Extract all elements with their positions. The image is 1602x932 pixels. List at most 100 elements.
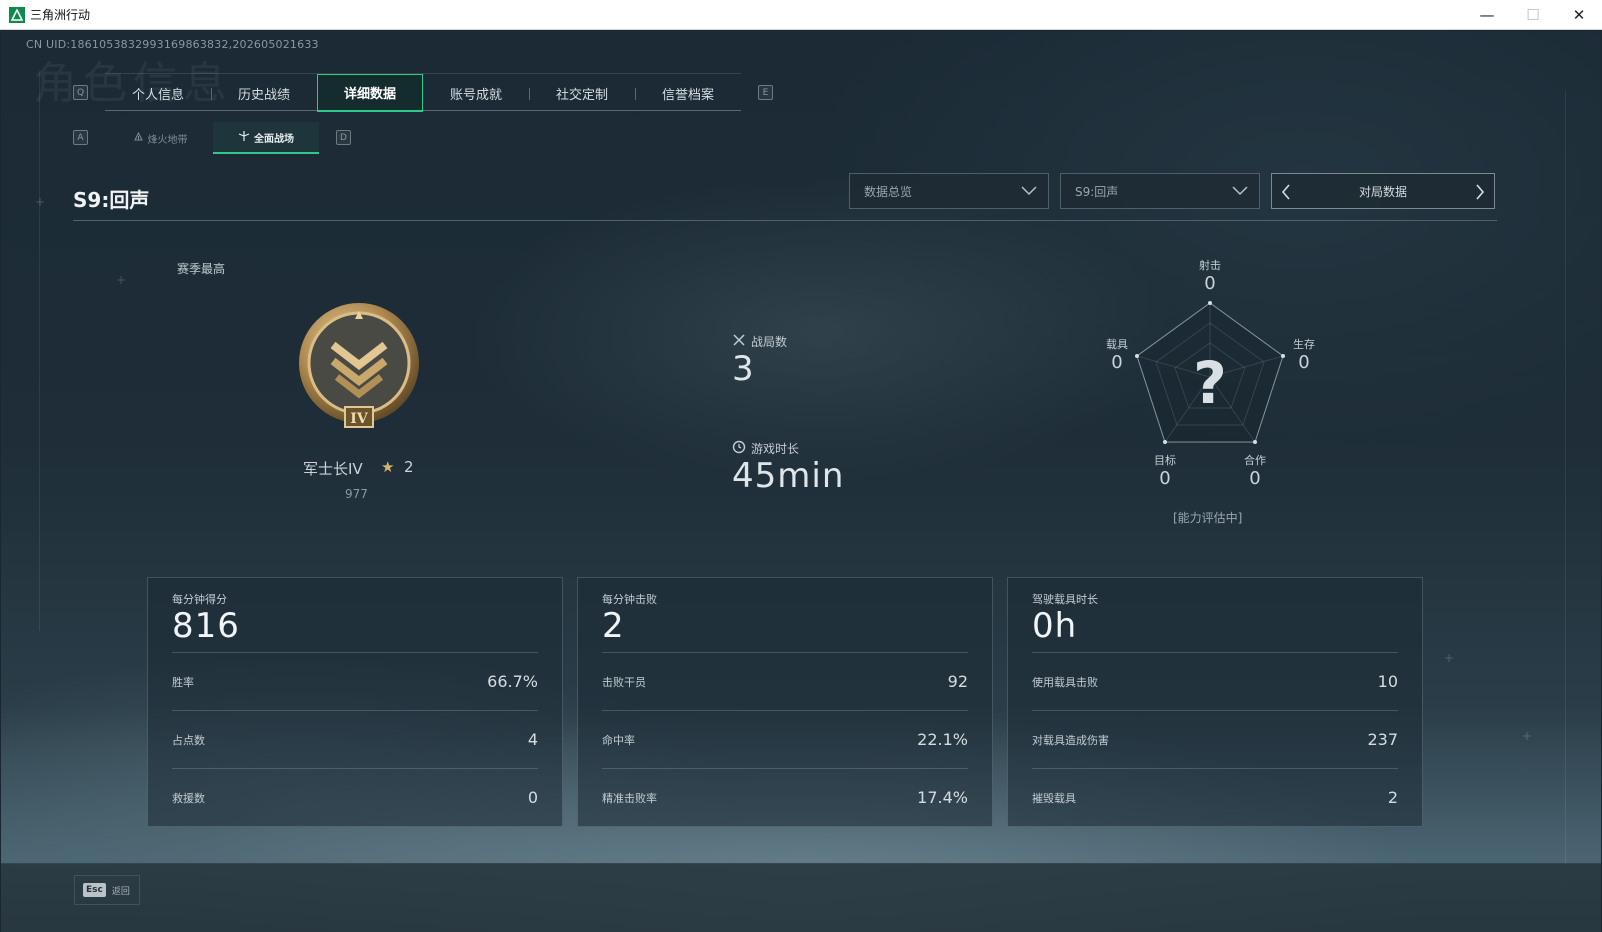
- bottom-bar: [1, 863, 1601, 932]
- panel-big-value: 0h: [1032, 606, 1078, 646]
- rank-badge: IV: [297, 301, 423, 433]
- radar-axis-value: 0: [1249, 468, 1261, 489]
- minimize-button[interactable]: —: [1464, 0, 1510, 30]
- subtab-next-key[interactable]: D: [336, 130, 351, 145]
- frame-line-right: [1565, 91, 1566, 891]
- radar-axis-value: 0: [1298, 352, 1310, 373]
- tab-credit[interactable]: 信誉档案: [635, 74, 741, 112]
- ability-radar: ? 射击 0 生存 0 合作 0 目标 0 载具 0: [1097, 257, 1327, 527]
- subtab-fire-zone[interactable]: 烽火地带: [107, 122, 213, 154]
- crossed-swords-icon: [732, 333, 746, 350]
- pager-label: 对局数据: [1358, 184, 1407, 199]
- back-label: 返回: [111, 886, 130, 897]
- panel-row: 胜率 66.7%: [172, 652, 538, 710]
- radar-status-note: [能力评估中]: [1173, 511, 1243, 525]
- esc-key-icon: Esc: [83, 883, 106, 897]
- chevron-right-icon[interactable]: [1474, 183, 1486, 204]
- scope-dropdown-value: 数据总览: [864, 184, 913, 199]
- crosshair-mark: +: [35, 195, 46, 209]
- window-titlebar: 三角洲行动 — ☐ ✕: [0, 0, 1602, 30]
- row-key: 对载具造成伤害: [1032, 733, 1109, 747]
- tab-personal-info[interactable]: 个人信息: [105, 74, 211, 112]
- crosshair-mark: +: [1522, 729, 1533, 743]
- row-key: 胜率: [172, 675, 194, 689]
- season-dropdown-value: S9:回声: [1075, 184, 1119, 199]
- tab-history[interactable]: 历史战绩: [211, 74, 317, 112]
- panel-row: 精准击败率 17.4%: [602, 768, 968, 826]
- main-tabs: 个人信息 历史战绩 详细数据 账号成就 社交定制 信誉档案: [105, 73, 741, 112]
- app-logo-icon: [9, 7, 25, 23]
- row-value: 10: [1377, 672, 1398, 691]
- radar-axis-value: 0: [1159, 468, 1171, 489]
- window-title: 三角洲行动: [30, 8, 91, 22]
- row-value: 237: [1367, 730, 1398, 749]
- row-value: 4: [527, 730, 538, 749]
- row-value: 22.1%: [917, 730, 968, 749]
- panel-row: 命中率 22.1%: [602, 710, 968, 768]
- matches-label: 战局数: [751, 335, 788, 349]
- panel-title: 每分钟击败: [602, 593, 657, 606]
- radar-axis-label: 生存: [1293, 338, 1315, 351]
- scope-dropdown[interactable]: 数据总览: [849, 173, 1049, 209]
- radar-axis-value: 0: [1204, 273, 1216, 294]
- maximize-button[interactable]: ☐: [1510, 0, 1556, 30]
- crosshair-mark: +: [1444, 651, 1455, 665]
- row-value: 92: [947, 672, 968, 691]
- row-key: 占点数: [172, 733, 205, 747]
- radar-axis-label: 合作: [1244, 454, 1266, 467]
- tab-next-key[interactable]: E: [758, 85, 773, 100]
- season-best-label: 赛季最高: [177, 262, 226, 276]
- kills-panel: 每分钟击败 2 击败干员 92 命中率 22.1% 精准击败率 17.4%: [577, 577, 993, 827]
- radar-axis-label: 目标: [1154, 454, 1176, 467]
- panel-row: 摧毁载具 2: [1032, 768, 1398, 826]
- close-button[interactable]: ✕: [1556, 0, 1602, 30]
- row-key: 精准击败率: [602, 791, 657, 805]
- row-key: 击败干员: [602, 675, 646, 689]
- frame-line-left: [39, 71, 40, 631]
- user-uid: CN UID:1861053832993169863832,2026050216…: [26, 38, 319, 51]
- star-icon: ★: [381, 458, 395, 476]
- row-value: 0: [527, 788, 538, 807]
- panel-row: 使用载具击败 10: [1032, 652, 1398, 710]
- row-key: 使用载具击败: [1032, 675, 1098, 689]
- badge-numeral: IV: [350, 411, 369, 427]
- panel-row: 占点数 4: [172, 710, 538, 768]
- row-value: 17.4%: [917, 788, 968, 807]
- mode-subtabs: 烽火地带 全面战场: [107, 122, 319, 154]
- matches-label-group: 战局数: [732, 333, 787, 350]
- panel-row: 击败干员 92: [602, 652, 968, 710]
- row-key: 救援数: [172, 791, 205, 805]
- tab-achievements[interactable]: 账号成就: [423, 74, 529, 112]
- unknown-ability-icon: ?: [1193, 349, 1227, 417]
- tab-prev-key[interactable]: Q: [73, 85, 88, 100]
- battlefield-icon: [238, 130, 250, 145]
- chevron-down-icon: [1231, 183, 1249, 200]
- season-title: S9:回声: [73, 188, 150, 212]
- season-dropdown[interactable]: S9:回声: [1060, 173, 1260, 209]
- radar-axis-value: 0: [1111, 352, 1123, 373]
- fire-zone-icon: [133, 131, 144, 145]
- playtime-label: 游戏时长: [751, 442, 800, 456]
- chevron-left-icon[interactable]: [1280, 183, 1292, 204]
- crosshair-mark: +: [116, 273, 127, 287]
- row-key: 命中率: [602, 733, 635, 747]
- playtime-value: 45min: [732, 456, 845, 496]
- row-value: 2: [1387, 788, 1398, 807]
- panel-row: 对载具造成伤害 237: [1032, 710, 1398, 768]
- tab-detailed-data[interactable]: 详细数据: [317, 74, 423, 112]
- app-area: 角色信息 CN UID:1861053832993169863832,20260…: [1, 31, 1601, 932]
- tab-social[interactable]: 社交定制: [529, 74, 635, 112]
- row-key: 摧毁载具: [1032, 791, 1076, 805]
- data-pager: 对局数据: [1271, 173, 1495, 209]
- subtab-prev-key[interactable]: A: [73, 130, 88, 145]
- rank-name: 军士长IV: [303, 460, 363, 478]
- score-panel: 每分钟得分 816 胜率 66.7% 占点数 4 救援数 0: [147, 577, 563, 827]
- playtime-label-group: 游戏时长: [732, 440, 799, 457]
- panel-big-value: 816: [172, 606, 240, 646]
- radar-axis-label: 载具: [1106, 338, 1128, 351]
- panel-big-value: 2: [602, 606, 625, 646]
- subtab-battlefield[interactable]: 全面战场: [213, 122, 319, 154]
- clock-icon: [732, 440, 746, 457]
- radar-axis-label: 射击: [1199, 259, 1221, 272]
- back-button[interactable]: Esc 返回: [74, 875, 140, 905]
